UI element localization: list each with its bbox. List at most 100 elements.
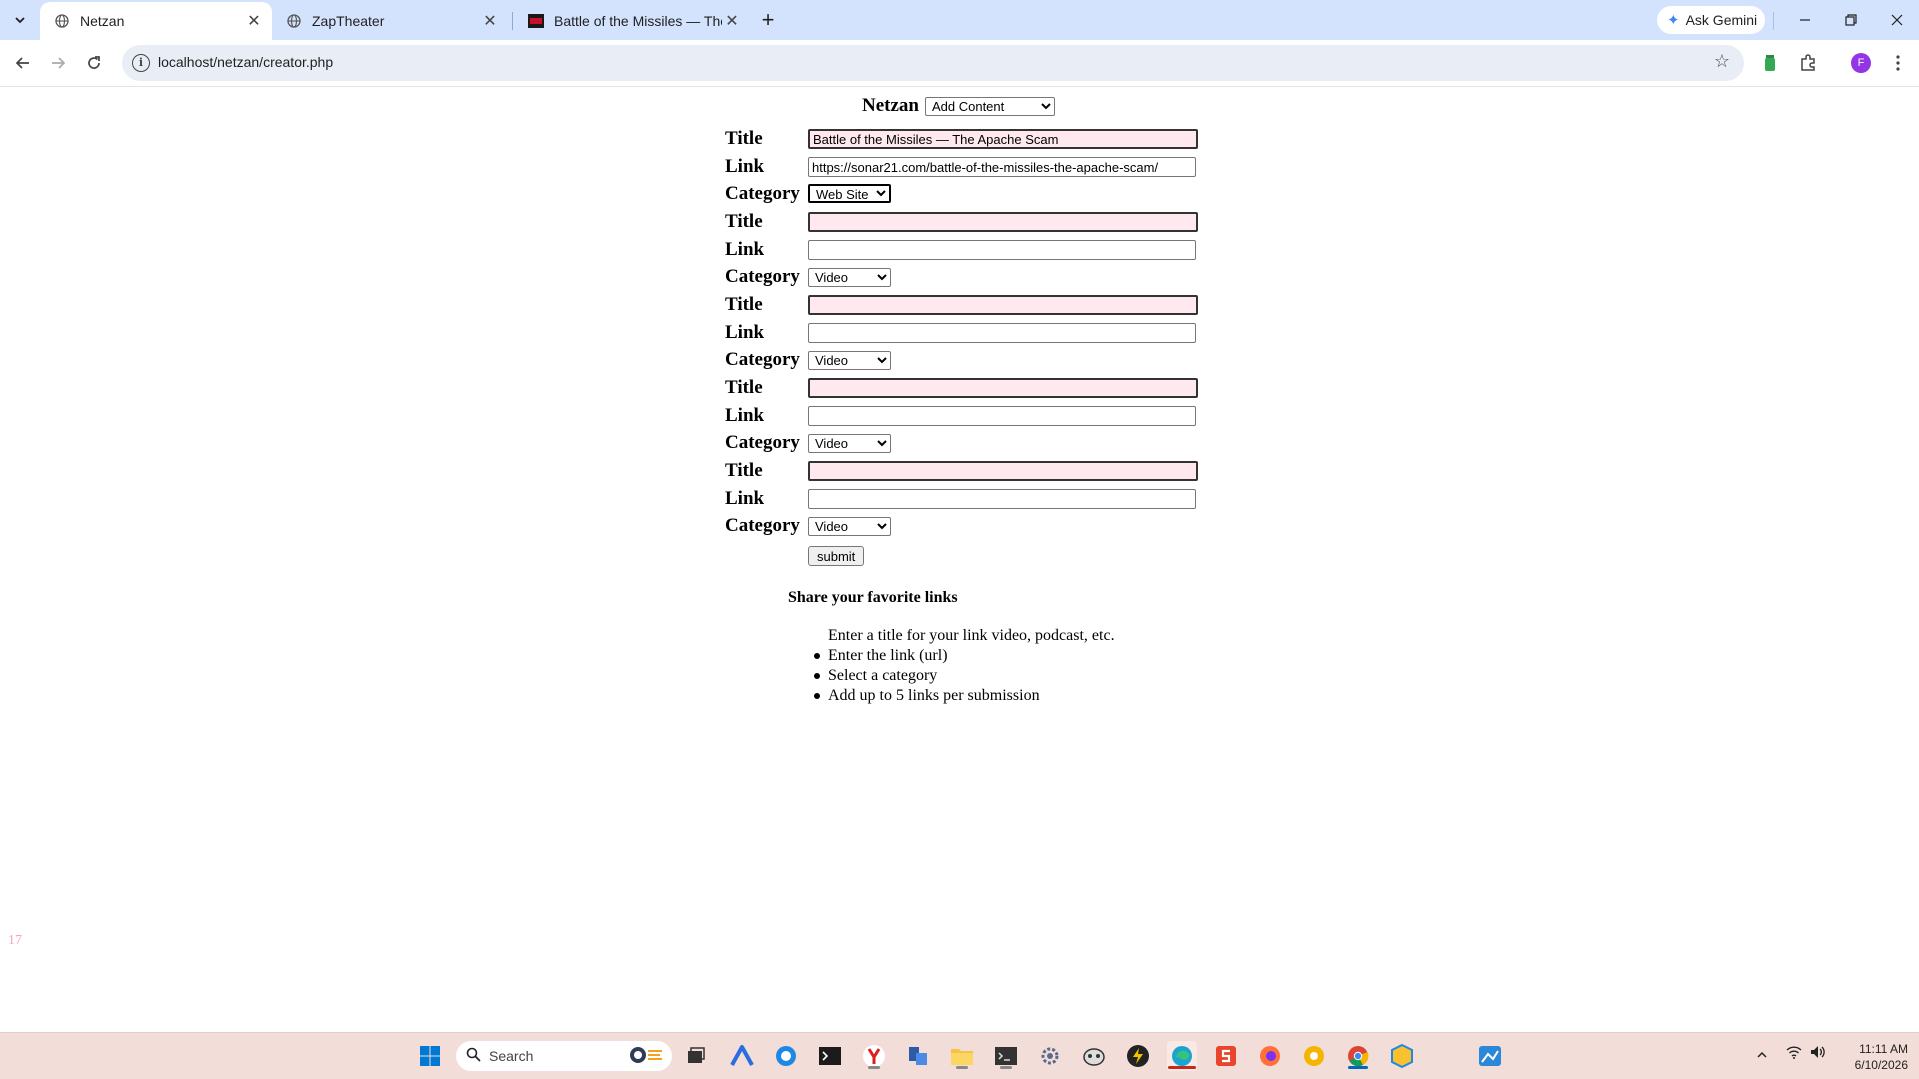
tab-netzan[interactable]: Netzan ✕ xyxy=(40,2,272,40)
wifi-icon[interactable] xyxy=(1786,1045,1802,1062)
entry-3-title-input[interactable] xyxy=(808,295,1198,315)
app-photos-icon[interactable] xyxy=(1475,1041,1505,1071)
ask-gemini-button[interactable]: ✦ Ask Gemini xyxy=(1657,6,1765,34)
instructions-list: Enter a title for your link video, podca… xyxy=(814,626,1115,706)
ask-gemini-label: Ask Gemini xyxy=(1685,12,1758,28)
tab-zaptheater[interactable]: ZapTheater ✕ xyxy=(272,2,508,40)
taskbar-search[interactable]: Search xyxy=(456,1041,672,1071)
tab-label: Battle of the Missiles — The Ap xyxy=(554,13,722,29)
address-bar[interactable]: i localhost/netzan/creator.php ☆ xyxy=(122,45,1744,81)
entry-4-category-select[interactable]: Video xyxy=(808,433,891,453)
profile-avatar[interactable]: F xyxy=(1851,53,1871,73)
edge-browser-icon[interactable] xyxy=(1167,1041,1197,1071)
reload-icon[interactable] xyxy=(81,50,107,76)
task-view-icon[interactable] xyxy=(681,1041,711,1071)
tab-search-button[interactable] xyxy=(8,8,32,32)
entry-3-link-input[interactable] xyxy=(808,323,1196,343)
sonar-favicon-icon xyxy=(528,13,544,29)
entry-5-category-select[interactable]: Video xyxy=(808,516,891,536)
list-item: Enter a title for your link video, podca… xyxy=(828,627,1115,644)
browser-toolbar: i localhost/netzan/creator.php ☆ xyxy=(0,40,1919,87)
file-explorer-icon[interactable] xyxy=(947,1041,977,1071)
title-label: Title xyxy=(725,460,763,481)
back-arrow-icon[interactable] xyxy=(10,50,36,76)
entry-5-title-input[interactable] xyxy=(808,461,1198,481)
window-close-icon[interactable] xyxy=(1882,8,1912,32)
globe-icon xyxy=(286,13,302,29)
browser-tabstrip: Netzan ✕ ZapTheater ✕ Battle of the Miss… xyxy=(0,0,1919,40)
app-blue-circle-icon[interactable] xyxy=(771,1041,801,1071)
gemini-sparkle-icon: ✦ xyxy=(1667,12,1680,29)
app-lightning-icon[interactable] xyxy=(1123,1041,1153,1071)
search-placeholder: Search xyxy=(489,1048,534,1064)
volume-icon[interactable] xyxy=(1810,1045,1826,1062)
entry-1-title-input[interactable] xyxy=(808,129,1198,149)
settings-gear-icon[interactable] xyxy=(1035,1041,1065,1071)
nav-select[interactable]: Add Content xyxy=(924,96,1055,116)
terminal-icon[interactable] xyxy=(815,1041,845,1071)
clock-date: 6/10/2026 xyxy=(1854,1058,1908,1072)
entry-5-link-input[interactable] xyxy=(808,489,1196,509)
site-header: Netzan Add Content xyxy=(862,95,1055,117)
category-label: Category xyxy=(725,266,800,287)
link-label: Link xyxy=(725,322,765,343)
taskbar: Search 11:11 AM 6/10/2026 xyxy=(0,1032,1919,1079)
title-label: Title xyxy=(725,211,763,232)
close-icon[interactable]: ✕ xyxy=(244,11,264,31)
link-label: Link xyxy=(725,405,765,426)
command-prompt-icon[interactable] xyxy=(991,1041,1021,1071)
category-label: Category xyxy=(725,349,800,370)
clock-time: 11:11 AM xyxy=(1859,1042,1908,1056)
entry-2-link-input[interactable] xyxy=(808,240,1196,260)
site-info-icon[interactable]: i xyxy=(132,54,150,72)
tab-battle-of-the-missiles[interactable]: Battle of the Missiles — The Ap ✕ xyxy=(514,2,750,40)
kebab-menu-icon[interactable] xyxy=(1886,50,1910,76)
visit-counter: 17 xyxy=(8,933,22,948)
forward-arrow-icon[interactable] xyxy=(45,50,71,76)
tab-separator xyxy=(1773,12,1774,30)
entry-4-link-input[interactable] xyxy=(808,406,1196,426)
entry-1-link-input[interactable] xyxy=(808,157,1196,177)
tab-label: Netzan xyxy=(80,13,125,29)
search-highlight-icon xyxy=(628,1045,664,1068)
chrome-icon[interactable] xyxy=(1343,1041,1373,1071)
submit-button[interactable]: submit xyxy=(808,546,865,566)
share-title: Share your favorite links xyxy=(788,589,958,606)
app-hexagon-icon[interactable] xyxy=(1387,1041,1417,1071)
tab-label: ZapTheater xyxy=(312,13,385,29)
search-icon xyxy=(466,1047,481,1066)
app-raccoon-icon[interactable] xyxy=(1079,1041,1109,1071)
url-text: localhost/netzan/creator.php xyxy=(158,54,334,70)
list-item: Select a category xyxy=(814,666,1115,686)
bookmark-star-icon[interactable]: ☆ xyxy=(1714,51,1730,72)
entry-2-title-input[interactable] xyxy=(808,212,1198,232)
link-label: Link xyxy=(725,156,765,177)
category-label: Category xyxy=(725,432,800,453)
close-icon[interactable]: ✕ xyxy=(480,11,500,31)
app-tools-icon[interactable] xyxy=(903,1041,933,1071)
entry-4-title-input[interactable] xyxy=(808,378,1198,398)
close-icon[interactable]: ✕ xyxy=(722,11,742,31)
chevron-up-icon[interactable] xyxy=(1756,1047,1768,1063)
yandex-browser-icon[interactable] xyxy=(859,1041,889,1071)
chrome-canary-icon[interactable] xyxy=(1299,1041,1329,1071)
new-tab-plus-icon[interactable]: + xyxy=(755,8,781,34)
restore-icon[interactable] xyxy=(1836,8,1866,32)
title-label: Title xyxy=(725,128,763,149)
entry-3-category-select[interactable]: Video xyxy=(808,350,891,370)
entry-2-category-select[interactable]: Video xyxy=(808,267,891,287)
chevron-down-icon xyxy=(15,17,25,24)
windows-start-icon[interactable] xyxy=(415,1041,445,1071)
system-clock[interactable]: 11:11 AM 6/10/2026 xyxy=(1838,1041,1908,1073)
globe-icon xyxy=(54,13,70,29)
list-item: Enter the link (url) xyxy=(814,646,1115,666)
entry-1-category-select[interactable]: Web Site xyxy=(808,184,891,203)
extension-jar-icon[interactable] xyxy=(1758,50,1782,76)
firefox-icon[interactable] xyxy=(1255,1041,1285,1071)
site-title: Netzan xyxy=(862,95,919,116)
minimize-icon[interactable] xyxy=(1790,8,1820,32)
list-item: Add up to 5 links per submission xyxy=(814,686,1115,706)
app-s-icon[interactable] xyxy=(1211,1041,1241,1071)
extensions-puzzle-icon[interactable] xyxy=(1796,50,1820,76)
copilot-app-icon[interactable] xyxy=(727,1041,757,1071)
